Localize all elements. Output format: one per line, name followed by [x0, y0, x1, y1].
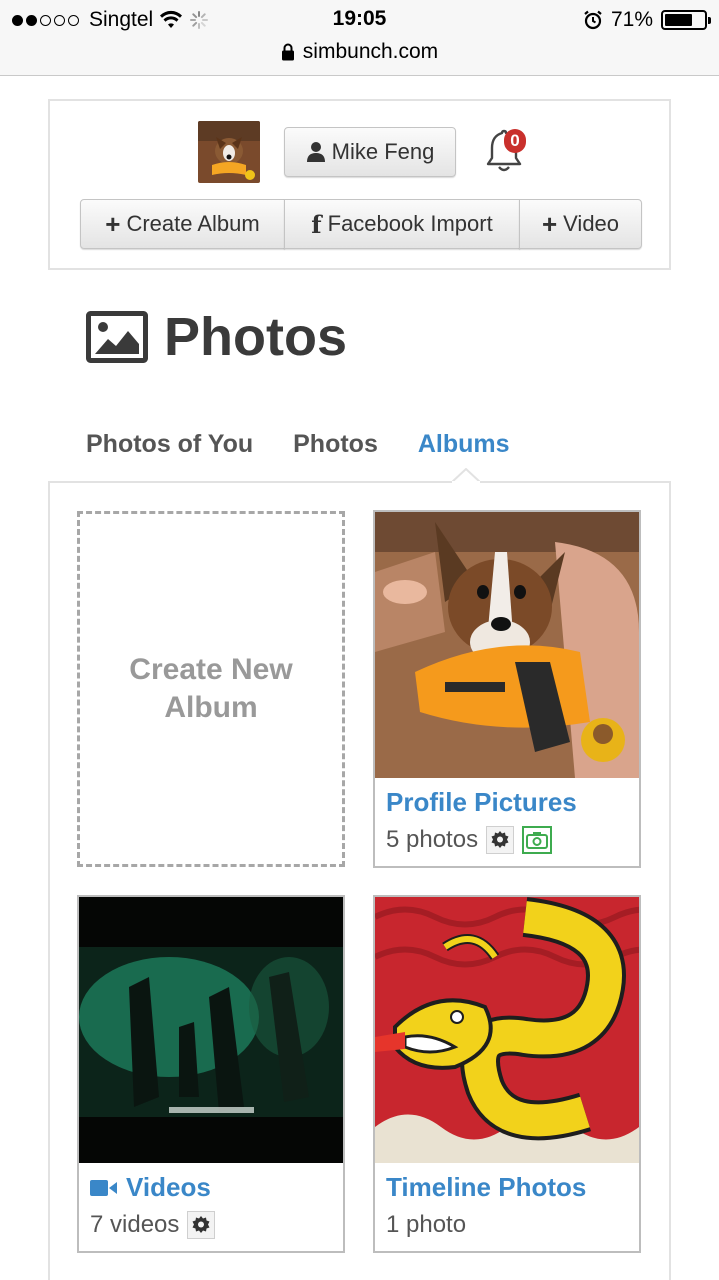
user-panel: Mike Feng 0 + Create Album f Facebook Im… — [48, 99, 671, 270]
active-tab-caret — [452, 468, 480, 483]
album-meta: 7 videos — [79, 1203, 343, 1239]
create-album-label: Create Album — [126, 211, 260, 236]
page-heading: Photos — [86, 306, 347, 368]
url-domain: simbunch.com — [302, 40, 439, 63]
notification-badge[interactable]: 0 — [504, 129, 526, 153]
video-camera-icon — [90, 1179, 117, 1196]
album-title[interactable]: Profile Pictures — [375, 778, 639, 818]
album-card-profile-pictures[interactable]: Profile Pictures 5 photos — [373, 510, 641, 868]
album-meta: 1 photo — [375, 1203, 639, 1239]
album-video-count: 7 videos — [90, 1211, 180, 1238]
gear-icon[interactable] — [486, 826, 515, 854]
user-name: Mike Feng — [331, 139, 435, 164]
gear-icon[interactable] — [187, 1211, 216, 1239]
avatar[interactable] — [198, 121, 260, 183]
page-title: Photos — [164, 307, 347, 367]
photo-tabs: Photos of You Photos Albums — [86, 430, 510, 459]
album-title[interactable]: Videos — [79, 1163, 343, 1203]
plus-icon: + — [541, 209, 558, 239]
picture-icon — [86, 311, 148, 363]
create-new-album-card[interactable]: Create New Album — [77, 511, 345, 867]
album-title[interactable]: Timeline Photos — [375, 1163, 639, 1203]
facebook-icon: f — [311, 209, 322, 239]
status-bar: Singtel 19:05 71% — [0, 0, 719, 40]
camera-icon[interactable] — [522, 826, 553, 854]
user-icon — [306, 142, 325, 162]
battery-percentage: 71% — [610, 8, 653, 31]
video-label: Video — [563, 211, 620, 236]
album-card-timeline-photos[interactable]: Timeline Photos 1 photo — [373, 895, 641, 1253]
url-bar[interactable]: simbunch.com — [0, 40, 719, 76]
album-meta: 5 photos — [375, 818, 639, 854]
lock-icon — [281, 43, 294, 61]
plus-icon: + — [105, 209, 121, 239]
create-album-button[interactable]: + Create Album — [80, 199, 285, 249]
alarm-icon — [584, 10, 602, 30]
facebook-import-button[interactable]: f Facebook Import — [284, 199, 520, 249]
album-thumbnail[interactable] — [375, 897, 639, 1163]
album-thumbnail[interactable] — [375, 512, 639, 778]
create-new-album-label: Create New Album — [129, 651, 292, 727]
status-right: 71% — [583, 8, 711, 32]
tab-photos[interactable]: Photos — [293, 430, 378, 459]
user-profile-button[interactable]: Mike Feng — [284, 127, 456, 177]
album-photo-count: 5 photos — [386, 826, 479, 853]
album-card-videos[interactable]: Videos 7 videos — [77, 895, 345, 1253]
album-title-text: Videos — [126, 1172, 211, 1202]
action-button-group: + Create Album f Facebook Import + Video — [80, 199, 642, 249]
battery-icon — [661, 10, 711, 30]
create-new-line-2: Album — [164, 691, 258, 724]
add-video-button[interactable]: + Video — [519, 199, 642, 249]
tab-albums[interactable]: Albums — [418, 430, 510, 459]
facebook-import-label: Facebook Import — [327, 211, 493, 236]
album-thumbnail[interactable] — [79, 897, 343, 1163]
tab-photos-of-you[interactable]: Photos of You — [86, 430, 253, 459]
create-new-line-1: Create New — [129, 653, 293, 686]
album-photo-count: 1 photo — [386, 1211, 467, 1238]
